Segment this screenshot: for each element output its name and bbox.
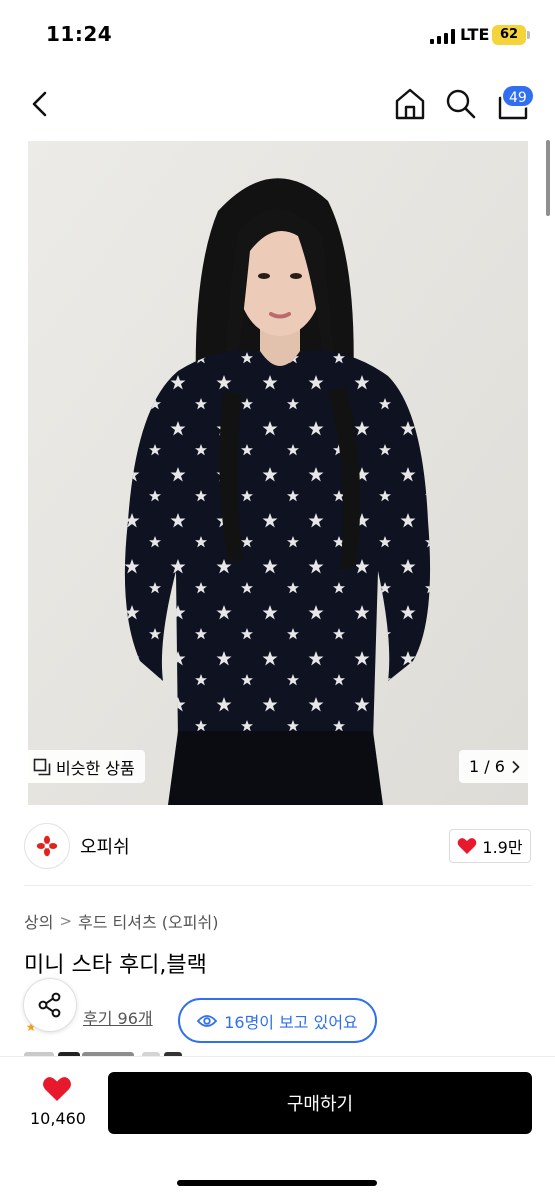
divider bbox=[24, 885, 532, 886]
brand-like-count: 1.9만 bbox=[482, 838, 523, 857]
product-like-count: 10,460 bbox=[30, 1109, 86, 1128]
share-button[interactable] bbox=[23, 978, 77, 1032]
viewers-text: 16명이 보고 있어요 bbox=[224, 1012, 358, 1032]
image-page-counter[interactable]: 1 / 6 bbox=[459, 750, 531, 783]
product-photo bbox=[28, 141, 528, 805]
breadcrumb: 상의 > 후드 티셔츠 (오피쉬) bbox=[24, 909, 218, 933]
brand-like-button[interactable]: 1.9만 bbox=[449, 829, 531, 863]
network-type: LTE bbox=[460, 25, 490, 44]
eye-icon bbox=[197, 1014, 218, 1027]
page-counter-text: 1 / 6 bbox=[469, 757, 505, 776]
status-bar: 11:24 LTE 62 bbox=[0, 0, 555, 70]
battery-level: 62 bbox=[492, 25, 526, 45]
breadcrumb-category[interactable]: 상의 bbox=[24, 909, 53, 933]
brand-logo[interactable] bbox=[24, 823, 70, 869]
similar-products-label: 비슷한 상품 bbox=[56, 758, 135, 778]
breadcrumb-subcategory[interactable]: 후드 티셔츠 (오피쉬) bbox=[78, 909, 218, 933]
brand-logo-icon bbox=[36, 835, 58, 857]
review-link[interactable]: 후기 96개 bbox=[83, 1005, 153, 1029]
share-icon bbox=[38, 992, 61, 1018]
chevron-right-icon bbox=[512, 760, 520, 773]
signal-icon bbox=[430, 28, 456, 44]
product-image[interactable] bbox=[28, 141, 528, 805]
buy-button[interactable]: 구매하기 bbox=[108, 1072, 532, 1134]
product-like-button[interactable] bbox=[42, 1075, 72, 1103]
product-title: 미니 스타 후디,블랙 bbox=[24, 953, 207, 978]
viewers-indicator: 16명이 보고 있어요 bbox=[178, 998, 377, 1043]
home-button[interactable] bbox=[393, 86, 427, 122]
battery-tip bbox=[527, 31, 530, 39]
status-time: 11:24 bbox=[46, 22, 113, 46]
cart-count-badge: 49 bbox=[501, 84, 535, 108]
similar-icon bbox=[33, 758, 51, 775]
back-button[interactable] bbox=[26, 88, 56, 120]
home-indicator bbox=[177, 1180, 377, 1186]
heart-icon bbox=[43, 1077, 71, 1101]
home-icon bbox=[395, 88, 425, 120]
back-icon bbox=[32, 91, 47, 117]
brand-name[interactable]: 오피쉬 bbox=[80, 833, 130, 859]
search-button[interactable] bbox=[444, 87, 478, 121]
breadcrumb-separator-icon: > bbox=[59, 912, 73, 930]
similar-products-button[interactable]: 비슷한 상품 bbox=[23, 750, 145, 783]
heart-icon bbox=[458, 838, 477, 854]
scroll-indicator bbox=[546, 140, 550, 216]
search-icon bbox=[446, 89, 476, 119]
